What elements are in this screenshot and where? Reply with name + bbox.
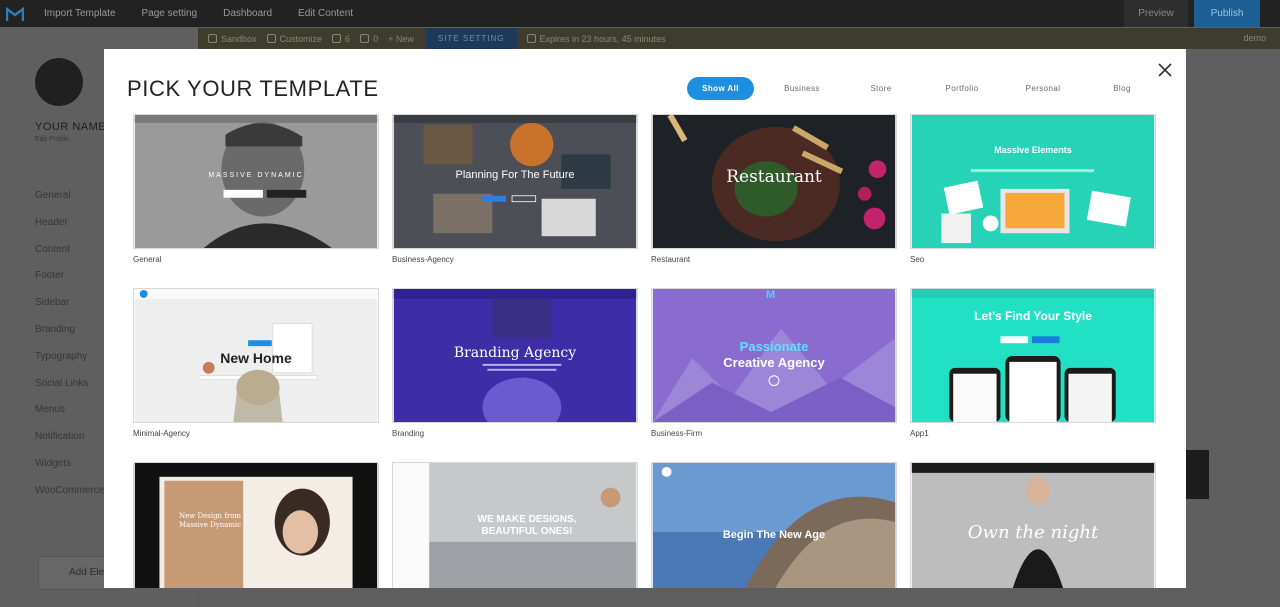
template-headline: New Home [220,350,292,366]
preview-button[interactable]: Preview [1124,0,1188,27]
app-logo[interactable] [0,0,30,27]
template-headline: Restaurant [726,167,822,187]
home-icon [208,34,217,43]
publish-button[interactable]: Publish [1194,0,1260,27]
template-headline: Passionate [739,339,809,354]
sidebar-item-menus[interactable]: Menus [35,404,104,431]
sidebar-item-content[interactable]: Content [35,244,104,271]
template-headline: Let's Find Your Style [974,309,1092,323]
customize-link[interactable]: Customize [266,34,322,44]
new-link[interactable]: + New [388,34,414,44]
template-thumbnail [910,114,1156,249]
comments-link[interactable]: 0 [360,34,378,44]
template-label: Business-Firm [651,429,703,438]
template-headline-2: Massive Dynamic [179,521,242,529]
template-logo-m: M [766,289,776,301]
template-headline-2: Creative Agency [723,355,825,370]
template-grid: MASSIVE DYNAMIC General Planning For The… [104,49,1186,588]
sidebar-item-notification[interactable]: Notification [35,431,104,458]
template-picker-modal: PICK YOUR TEMPLATE Show All Business Sto… [104,49,1186,588]
avatar[interactable] [35,58,83,106]
wp-admin-bar: Sandbox Customize 6 0 + New SITE SETTING… [198,28,1280,49]
sidebar-item-branding[interactable]: Branding [35,324,104,351]
template-label: General [133,255,162,264]
template-headline: Own the night [967,522,1099,543]
background-panel-edge [1186,450,1209,499]
template-label: Branding [392,429,425,438]
template-label: Seo [910,255,925,264]
template-headline: New Design from [179,512,242,520]
template-label: Business-Agency [392,255,454,264]
template-headline: Begin The New Age [722,529,826,541]
sidebar-item-widgets[interactable]: Widgets [35,458,104,485]
page-setting-menu[interactable]: Page setting [142,8,198,19]
refresh-icon [332,34,342,43]
template-headline: MASSIVE DYNAMIC [208,172,304,179]
template-headline: Branding Agency [453,345,577,361]
sidebar-item-header[interactable]: Header [35,217,104,244]
template-thumbnail [392,114,638,249]
template-headline-2: BEAUTIFUL ONES! [481,526,573,537]
comment-icon [360,34,370,43]
site-setting-button[interactable]: SITE SETTING [425,28,517,49]
template-label: App1 [910,429,929,438]
edit-profile-link[interactable]: Edit Profile [35,136,69,143]
clock-icon [526,34,536,43]
sidebar-item-general[interactable]: General [35,190,104,217]
sidebar-item-social-links[interactable]: Social Links [35,378,104,405]
user-menu[interactable]: demo [1243,33,1266,43]
template-label: Restaurant [651,255,691,264]
expires-notice: Expires in 23 hours, 45 minutes [526,34,666,44]
updates-link[interactable]: 6 [332,34,350,44]
sandbox-link[interactable]: Sandbox [208,34,257,44]
dashboard-menu[interactable]: Dashboard [223,8,272,19]
edit-content-menu[interactable]: Edit Content [298,8,353,19]
template-thumbnail [392,462,638,588]
profile-name: YOUR NAME [35,121,107,133]
import-template-menu[interactable]: Import Template [44,8,116,19]
template-thumbnail [133,462,379,588]
template-headline: WE MAKE DESIGNS, [477,514,577,525]
brush-icon [266,34,276,43]
sidebar-item-footer[interactable]: Footer [35,270,104,297]
template-headline: Massive Elements [994,145,1072,155]
template-thumbnail [651,462,897,588]
top-toolbar: Import Template Page setting Dashboard E… [0,0,1280,27]
template-label: Minimal-Agency [133,429,190,438]
sidebar-item-woocommerce[interactable]: WooCommerce [35,485,104,512]
template-headline: Planning For The Future [455,169,575,181]
sidebar-item-sidebar[interactable]: Sidebar [35,297,104,324]
plus-icon: + [388,33,396,44]
template-thumbnail [133,114,379,249]
sidebar-item-typography[interactable]: Typography [35,351,104,378]
